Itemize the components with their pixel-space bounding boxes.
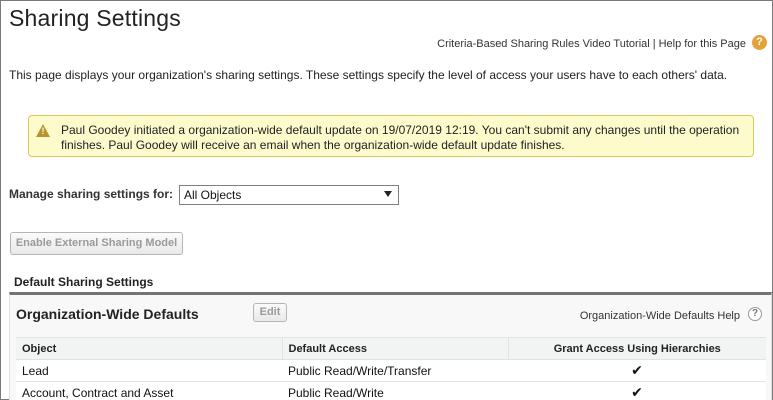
help-page-link[interactable]: Help for this Page — [659, 38, 746, 50]
owd-table: Object Default Access Grant Access Using… — [16, 337, 766, 400]
help-links: Criteria-Based Sharing Rules Video Tutor… — [437, 38, 746, 50]
owd-panel: Organization-Wide Defaults Edit Organiza… — [9, 292, 772, 400]
edit-button[interactable]: Edit — [253, 303, 287, 322]
checkmark-icon: ✔ — [508, 359, 766, 382]
column-header-grant-access: Grant Access Using Hierarchies — [507, 337, 766, 360]
enable-external-sharing-button[interactable]: Enable External Sharing Model — [10, 232, 183, 255]
table-header-row: Object Default Access Grant Access Using… — [16, 337, 766, 360]
manage-sharing-select[interactable]: All Objects — [179, 185, 399, 205]
object-cell: Account, Contract and Asset — [16, 381, 282, 400]
access-cell: Public Read/Write/Transfer — [282, 359, 508, 382]
checkmark-icon: ✔ — [508, 381, 766, 400]
column-header-default-access: Default Access — [281, 337, 508, 360]
owd-title: Organization-Wide Defaults — [16, 306, 199, 322]
manage-sharing-selected: All Objects — [184, 188, 242, 202]
owd-help-link[interactable]: Organization-Wide Defaults Help — [580, 310, 740, 322]
column-header-object: Object — [16, 337, 282, 360]
help-icon[interactable]: ? — [752, 35, 767, 50]
link-separator: | — [652, 38, 656, 50]
warning-text: Paul Goodey initiated a organization-wid… — [61, 123, 740, 152]
access-cell: Public Read/Write — [282, 381, 508, 400]
video-tutorial-link[interactable]: Criteria-Based Sharing Rules Video Tutor… — [437, 38, 650, 50]
owd-help-icon[interactable]: ? — [748, 307, 762, 321]
warning-banner: ! Paul Goodey initiated a organization-w… — [28, 115, 754, 157]
intro-text: This page displays your organization's s… — [9, 68, 728, 82]
table-row: Lead Public Read/Write/Transfer ✔ — [16, 359, 766, 382]
dropdown-arrow-icon — [384, 191, 392, 197]
object-cell: Lead — [16, 359, 282, 382]
page-title: Sharing Settings — [9, 5, 181, 31]
warning-exclamation: ! — [41, 126, 45, 136]
table-row: Account, Contract and Asset Public Read/… — [16, 381, 766, 400]
manage-sharing-label: Manage sharing settings for: — [9, 187, 174, 201]
default-sharing-heading: Default Sharing Settings — [14, 275, 154, 289]
